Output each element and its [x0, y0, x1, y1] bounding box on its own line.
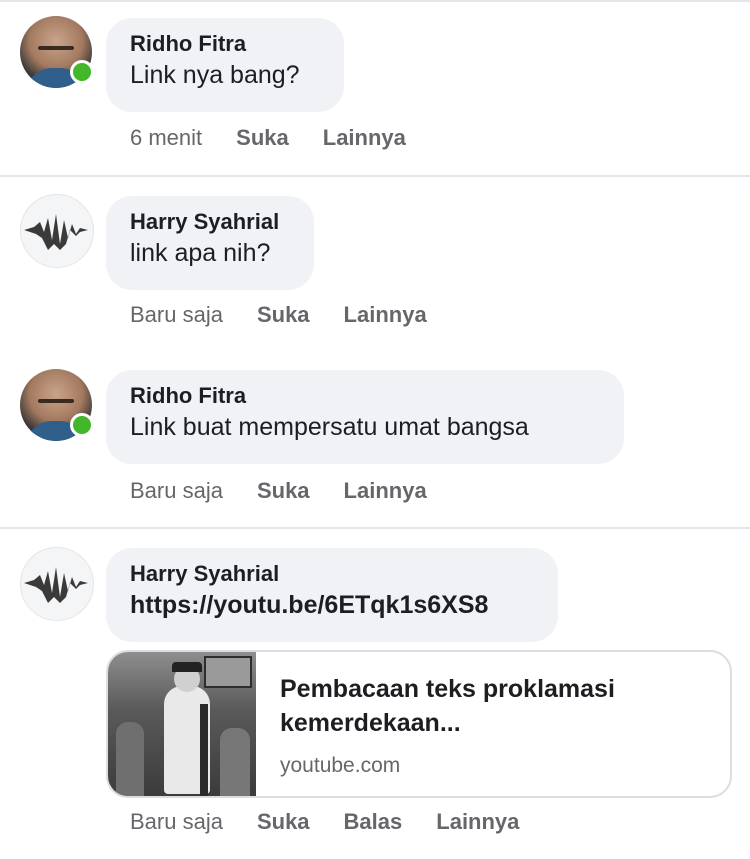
- more-button[interactable]: Lainnya: [344, 301, 427, 329]
- comment-bubble: Ridho Fitra Link buat mempersatu umat ba…: [106, 370, 624, 464]
- comment-actions: Baru saja Suka Balas Lainnya: [130, 808, 519, 836]
- soundwave-icon: [24, 567, 88, 603]
- comment-text: Link nya bang?: [130, 61, 300, 89]
- video-thumbnail[interactable]: [108, 652, 256, 796]
- author-name[interactable]: Ridho Fitra: [130, 382, 600, 410]
- comment-divider: [0, 0, 750, 2]
- author-name[interactable]: Harry Syahrial: [130, 208, 290, 236]
- avatar[interactable]: [20, 194, 94, 268]
- more-button[interactable]: Lainnya: [323, 124, 406, 152]
- author-name[interactable]: Ridho Fitra: [130, 30, 320, 58]
- online-status-dot: [70, 60, 94, 84]
- comment-actions: Baru saja Suka Lainnya: [130, 301, 427, 329]
- avatar[interactable]: [20, 16, 94, 88]
- comment-text: Link buat mempersatu umat bangsa: [130, 413, 529, 441]
- link-preview-domain: youtube.com: [280, 754, 401, 777]
- soundwave-icon: [24, 214, 88, 250]
- timestamp[interactable]: 6 menit: [130, 124, 202, 152]
- more-button[interactable]: Lainnya: [344, 477, 427, 505]
- comment-bubble: Harry Syahrial link apa nih?: [106, 196, 314, 290]
- comment-link[interactable]: https://youtu.be/6ETqk1s6XS8: [130, 588, 534, 622]
- like-button[interactable]: Suka: [257, 808, 310, 836]
- comment-bubble: Ridho Fitra Link nya bang?: [106, 18, 344, 112]
- comment-actions: 6 menit Suka Lainnya: [130, 124, 406, 152]
- avatar[interactable]: [20, 369, 94, 441]
- online-status-dot: [70, 413, 94, 437]
- reply-button[interactable]: Balas: [344, 808, 403, 836]
- timestamp[interactable]: Baru saja: [130, 301, 223, 329]
- like-button[interactable]: Suka: [257, 301, 310, 329]
- comment-bubble: Harry Syahrial https://youtu.be/6ETqk1s6…: [106, 548, 558, 642]
- like-button[interactable]: Suka: [236, 124, 289, 152]
- author-name[interactable]: Harry Syahrial: [130, 560, 534, 588]
- comment-text: link apa nih?: [130, 239, 271, 267]
- comment-divider: [0, 175, 750, 177]
- link-preview-title[interactable]: Pembacaan teks proklamasi kemerdekaan...: [280, 672, 710, 740]
- more-button[interactable]: Lainnya: [436, 808, 519, 836]
- comment-divider: [0, 527, 750, 529]
- like-button[interactable]: Suka: [257, 477, 310, 505]
- timestamp[interactable]: Baru saja: [130, 808, 223, 836]
- comment-actions: Baru saja Suka Lainnya: [130, 477, 427, 505]
- timestamp[interactable]: Baru saja: [130, 477, 223, 505]
- avatar[interactable]: [20, 547, 94, 621]
- link-preview-card[interactable]: Pembacaan teks proklamasi kemerdekaan...…: [106, 650, 732, 798]
